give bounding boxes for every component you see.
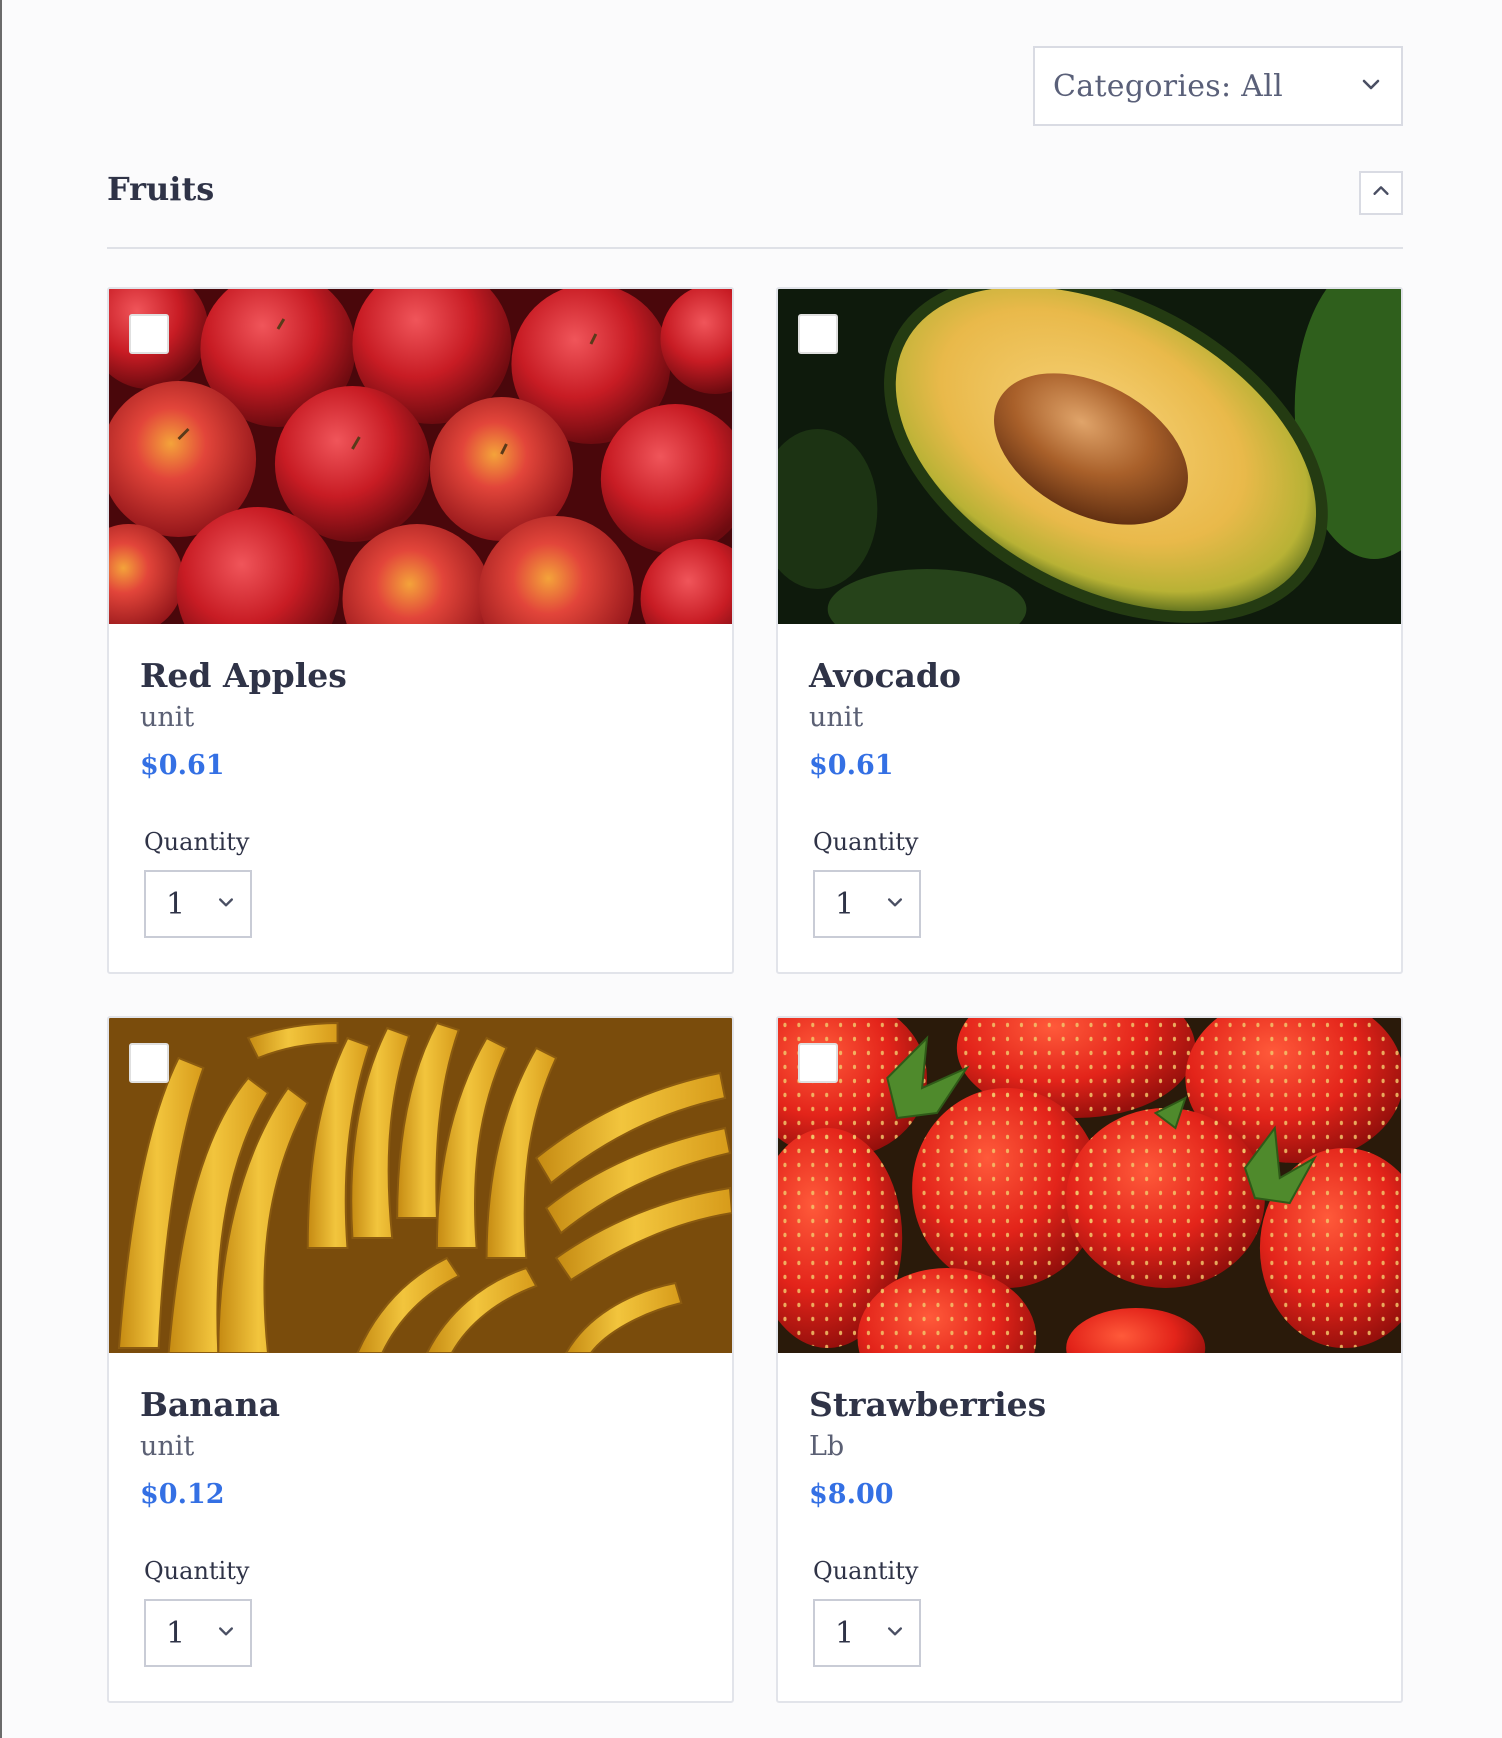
chevron-down-icon bbox=[885, 892, 905, 916]
quantity-select[interactable]: 1 bbox=[144, 870, 252, 938]
quantity-value: 1 bbox=[166, 886, 186, 922]
banana-image bbox=[109, 1018, 732, 1353]
quantity-label: Quantity bbox=[813, 828, 919, 856]
product-unit: unit bbox=[140, 702, 195, 733]
product-price: $0.61 bbox=[809, 750, 894, 781]
chevron-down-icon bbox=[216, 892, 236, 916]
quantity-value: 1 bbox=[166, 1615, 186, 1651]
quantity-select[interactable]: 1 bbox=[813, 1599, 921, 1667]
product-unit: unit bbox=[809, 702, 864, 733]
category-filter-select[interactable]: Categories: All bbox=[1033, 46, 1403, 126]
product-unit: unit bbox=[140, 1431, 195, 1462]
quantity-value: 1 bbox=[835, 886, 855, 922]
product-card: Avocado unit $0.61 Quantity 1 bbox=[776, 287, 1403, 974]
product-list-page: Categories: All Fruits Red Apples unit $… bbox=[0, 0, 1502, 1738]
quantity-label: Quantity bbox=[144, 828, 250, 856]
quantity-value: 1 bbox=[835, 1615, 855, 1651]
product-name: Red Apples bbox=[140, 656, 347, 695]
product-price: $0.61 bbox=[140, 750, 225, 781]
product-price: $8.00 bbox=[809, 1479, 894, 1510]
product-name: Strawberries bbox=[809, 1385, 1047, 1424]
quantity-select[interactable]: 1 bbox=[813, 870, 921, 938]
product-name: Avocado bbox=[809, 656, 962, 695]
quantity-select[interactable]: 1 bbox=[144, 1599, 252, 1667]
product-unit: Lb bbox=[809, 1431, 845, 1462]
chevron-down-icon bbox=[216, 1621, 236, 1645]
chevron-down-icon bbox=[1359, 72, 1383, 100]
product-price: $0.12 bbox=[140, 1479, 225, 1510]
product-grid: Red Apples unit $0.61 Quantity 1 Avocado… bbox=[107, 287, 1403, 1703]
select-product-checkbox[interactable] bbox=[129, 1043, 169, 1083]
category-filter-label: Categories: All bbox=[1053, 68, 1283, 104]
product-card: Strawberries Lb $8.00 Quantity 1 bbox=[776, 1016, 1403, 1703]
select-product-checkbox[interactable] bbox=[129, 314, 169, 354]
product-card: Banana unit $0.12 Quantity 1 bbox=[107, 1016, 734, 1703]
collapse-section-button[interactable] bbox=[1359, 171, 1403, 215]
quantity-label: Quantity bbox=[813, 1557, 919, 1585]
section-title: Fruits bbox=[107, 170, 215, 208]
select-product-checkbox[interactable] bbox=[798, 1043, 838, 1083]
avocado-image bbox=[778, 289, 1401, 624]
chevron-up-icon bbox=[1370, 180, 1392, 206]
quantity-label: Quantity bbox=[144, 1557, 250, 1585]
chevron-down-icon bbox=[885, 1621, 905, 1645]
strawberries-image bbox=[778, 1018, 1401, 1353]
red-apples-image bbox=[109, 289, 732, 624]
section-divider bbox=[107, 247, 1403, 249]
product-card: Red Apples unit $0.61 Quantity 1 bbox=[107, 287, 734, 974]
product-name: Banana bbox=[140, 1385, 281, 1424]
select-product-checkbox[interactable] bbox=[798, 314, 838, 354]
